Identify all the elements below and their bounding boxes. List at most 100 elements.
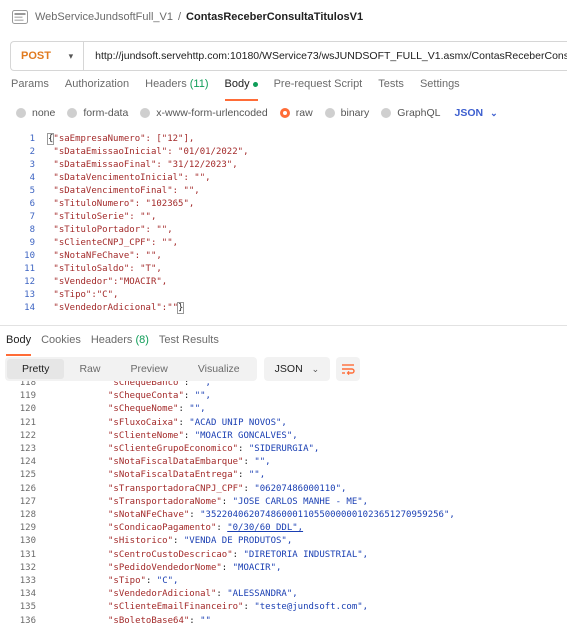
json-key: "sTipo" xyxy=(108,576,146,586)
json-value: "", xyxy=(254,457,271,468)
json-key: "sChequeConta" xyxy=(108,391,184,402)
json-colon: : xyxy=(145,576,157,586)
tab-tests[interactable]: Tests xyxy=(378,78,404,98)
line-number: 2 xyxy=(29,147,35,157)
body-format-select[interactable]: JSON ⌄ xyxy=(454,107,497,119)
chevron-down-icon: ⌄ xyxy=(490,107,498,118)
radio-binary[interactable]: binary xyxy=(324,107,370,119)
response-line: 128 "sNotaNFeChave": "3522040620748600011… xyxy=(0,509,567,522)
code-text: "sPedidoVendedorNome": "MOACIR", xyxy=(108,562,281,575)
view-visualize-button[interactable]: Visualize xyxy=(183,359,255,379)
line-number: 119 xyxy=(19,391,36,402)
response-line: 124 "sNotaFiscalDataEmbarque": "", xyxy=(0,456,567,469)
tab-body[interactable]: Body xyxy=(224,78,258,101)
tab-headers[interactable]: Headers (11) xyxy=(145,78,208,98)
code-line: 2 "sDataEmissaoInicial": "01/01/2022", xyxy=(0,146,567,159)
json-value: "JOSE CARLOS MANHE - ME", xyxy=(232,496,369,507)
code-line: 1 {"saEmpresaNumero": ["12"], xyxy=(0,133,567,146)
code-text: "sHistorico": "VENDA DE PRODUTOS", xyxy=(108,535,292,548)
tab-settings[interactable]: Settings xyxy=(420,78,460,98)
json-key: "sTransportadoraCNPJ_CPF" xyxy=(108,483,244,494)
panel-divider[interactable] xyxy=(0,325,567,326)
json-value: "ALESSANDRA", xyxy=(227,589,298,600)
response-line: 121 "sFluxoCaixa": "ACAD UNIP NOVOS", xyxy=(0,417,567,430)
matched-brace: } xyxy=(176,302,185,314)
tab-authorization[interactable]: Authorization xyxy=(65,78,129,98)
json-colon: : xyxy=(189,615,201,626)
collection-link[interactable]: WebServiceJundsoftFull_V1 xyxy=(35,11,173,23)
code-text: "sTransportadoraNome": "JOSE CARLOS MANH… xyxy=(108,496,368,509)
code-text: "sDataEmissaoFinal": "31/12/2023", xyxy=(48,160,238,170)
code-text: "sNotaNFeChave": "", xyxy=(48,251,162,261)
response-tab-body[interactable]: Body xyxy=(6,334,32,356)
response-line: 127 "sTransportadoraNome": "JOSE CARLOS M… xyxy=(0,496,567,509)
wrap-lines-button[interactable] xyxy=(336,357,361,381)
radio-label: binary xyxy=(340,107,370,119)
radio-graphql[interactable]: GraphQL xyxy=(381,107,440,119)
tab-label: Params xyxy=(11,78,49,90)
json-value: "", xyxy=(189,404,206,415)
json-value: "C", xyxy=(156,576,179,586)
line-number: 130 xyxy=(19,536,36,547)
json-colon: : xyxy=(221,562,233,573)
request-body-editor[interactable]: 1 {"saEmpresaNumero": ["12"], 2 "sDataEmi… xyxy=(0,131,567,323)
json-colon: : xyxy=(243,602,255,613)
line-number: 7 xyxy=(29,212,35,222)
code-line: 10 "sNotaNFeChave": "", xyxy=(0,250,567,263)
line-number: 136 xyxy=(19,615,36,626)
radio-x-www-form-urlencoded[interactable]: x-www-form-urlencoded xyxy=(140,107,268,119)
line-number: 10 xyxy=(24,251,35,261)
view-raw-button[interactable]: Raw xyxy=(64,359,115,379)
code-text: "sDataVencimentoFinal": "", xyxy=(48,186,200,196)
response-line: 122 "sClienteNome": "MOACIR GONCALVES", xyxy=(0,430,567,443)
request-name[interactable]: ContasReceberConsultaTitulosV1 xyxy=(186,11,363,23)
url-input[interactable]: http://jundsoft.servehttp.com:10180/WSer… xyxy=(84,50,567,62)
method-select[interactable]: POST ▾ xyxy=(11,42,85,70)
code-text: "sTituloSerie": "", xyxy=(48,212,157,222)
json-value: "ACAD UNIP NOVOS", xyxy=(189,417,287,428)
json-key: "sPedidoVendedorNome" xyxy=(108,562,222,573)
json-key: "sTransportadoraNome" xyxy=(108,496,222,507)
wrap-lines-icon xyxy=(342,364,355,375)
radio-icon xyxy=(67,108,78,118)
view-preview-button[interactable]: Preview xyxy=(115,359,182,379)
json-key: "sFluxoCaixa" xyxy=(108,417,179,428)
code-text: "sVendedor":"MOACIR", xyxy=(48,277,168,287)
response-tab-cookies[interactable]: Cookies xyxy=(41,334,81,352)
tab-label: Authorization xyxy=(64,78,130,90)
line-number: 1 xyxy=(29,134,35,144)
json-colon: : xyxy=(221,496,233,507)
tab-label: Test Results xyxy=(158,334,219,346)
tab-pre-request-script[interactable]: Pre-request Script xyxy=(274,78,363,98)
code-line: 8 "sTituloPortador": "", xyxy=(0,224,567,237)
line-number: 133 xyxy=(19,576,36,586)
view-pretty-button[interactable]: Pretty xyxy=(7,359,65,379)
line-number: 128 xyxy=(19,510,36,520)
response-tab-headers[interactable]: Headers (8) xyxy=(91,334,149,352)
json-colon: : xyxy=(232,549,244,560)
json-value: "", xyxy=(194,391,211,402)
response-line: 118 "sChequeBanco": "", xyxy=(0,381,567,390)
view-mode-group: Pretty Raw Preview Visualize xyxy=(5,357,257,381)
json-colon: : xyxy=(178,404,190,415)
tab-params[interactable]: Params xyxy=(11,78,49,98)
line-number: 3 xyxy=(29,160,35,170)
response-body[interactable]: 118 "sChequeBanco": "", 119 "sChequeConta":… xyxy=(0,381,567,628)
radio-none[interactable]: none xyxy=(16,107,55,119)
json-value: "", xyxy=(194,381,211,388)
response-format-select[interactable]: JSON ⌄ xyxy=(263,357,331,381)
code-line: 6 "sTituloNumero": "102365", xyxy=(0,198,567,211)
radio-raw[interactable]: raw xyxy=(279,107,313,119)
response-line: 130 "sHistorico": "VENDA DE PRODUTOS", xyxy=(0,535,567,548)
code-line: 3 "sDataEmissaoFinal": "31/12/2023", xyxy=(0,159,567,172)
json-colon: : xyxy=(216,523,228,534)
code-text: "sClienteEmailFinanceiro": "teste@jundso… xyxy=(108,601,368,614)
json-value: "", xyxy=(248,470,266,481)
code-line: 14 "sVendedorAdicional":""} xyxy=(0,302,567,315)
response-line: 126 "sTransportadoraCNPJ_CPF": "062074860… xyxy=(0,483,567,496)
radio-form-data[interactable]: form-data xyxy=(67,107,128,119)
tab-label: Headers xyxy=(90,334,133,346)
json-key: "sCondicaoPagamento" xyxy=(108,523,217,534)
json-key: "sNotaNFeChave" xyxy=(108,510,190,520)
response-tab-test-results[interactable]: Test Results xyxy=(159,334,219,352)
